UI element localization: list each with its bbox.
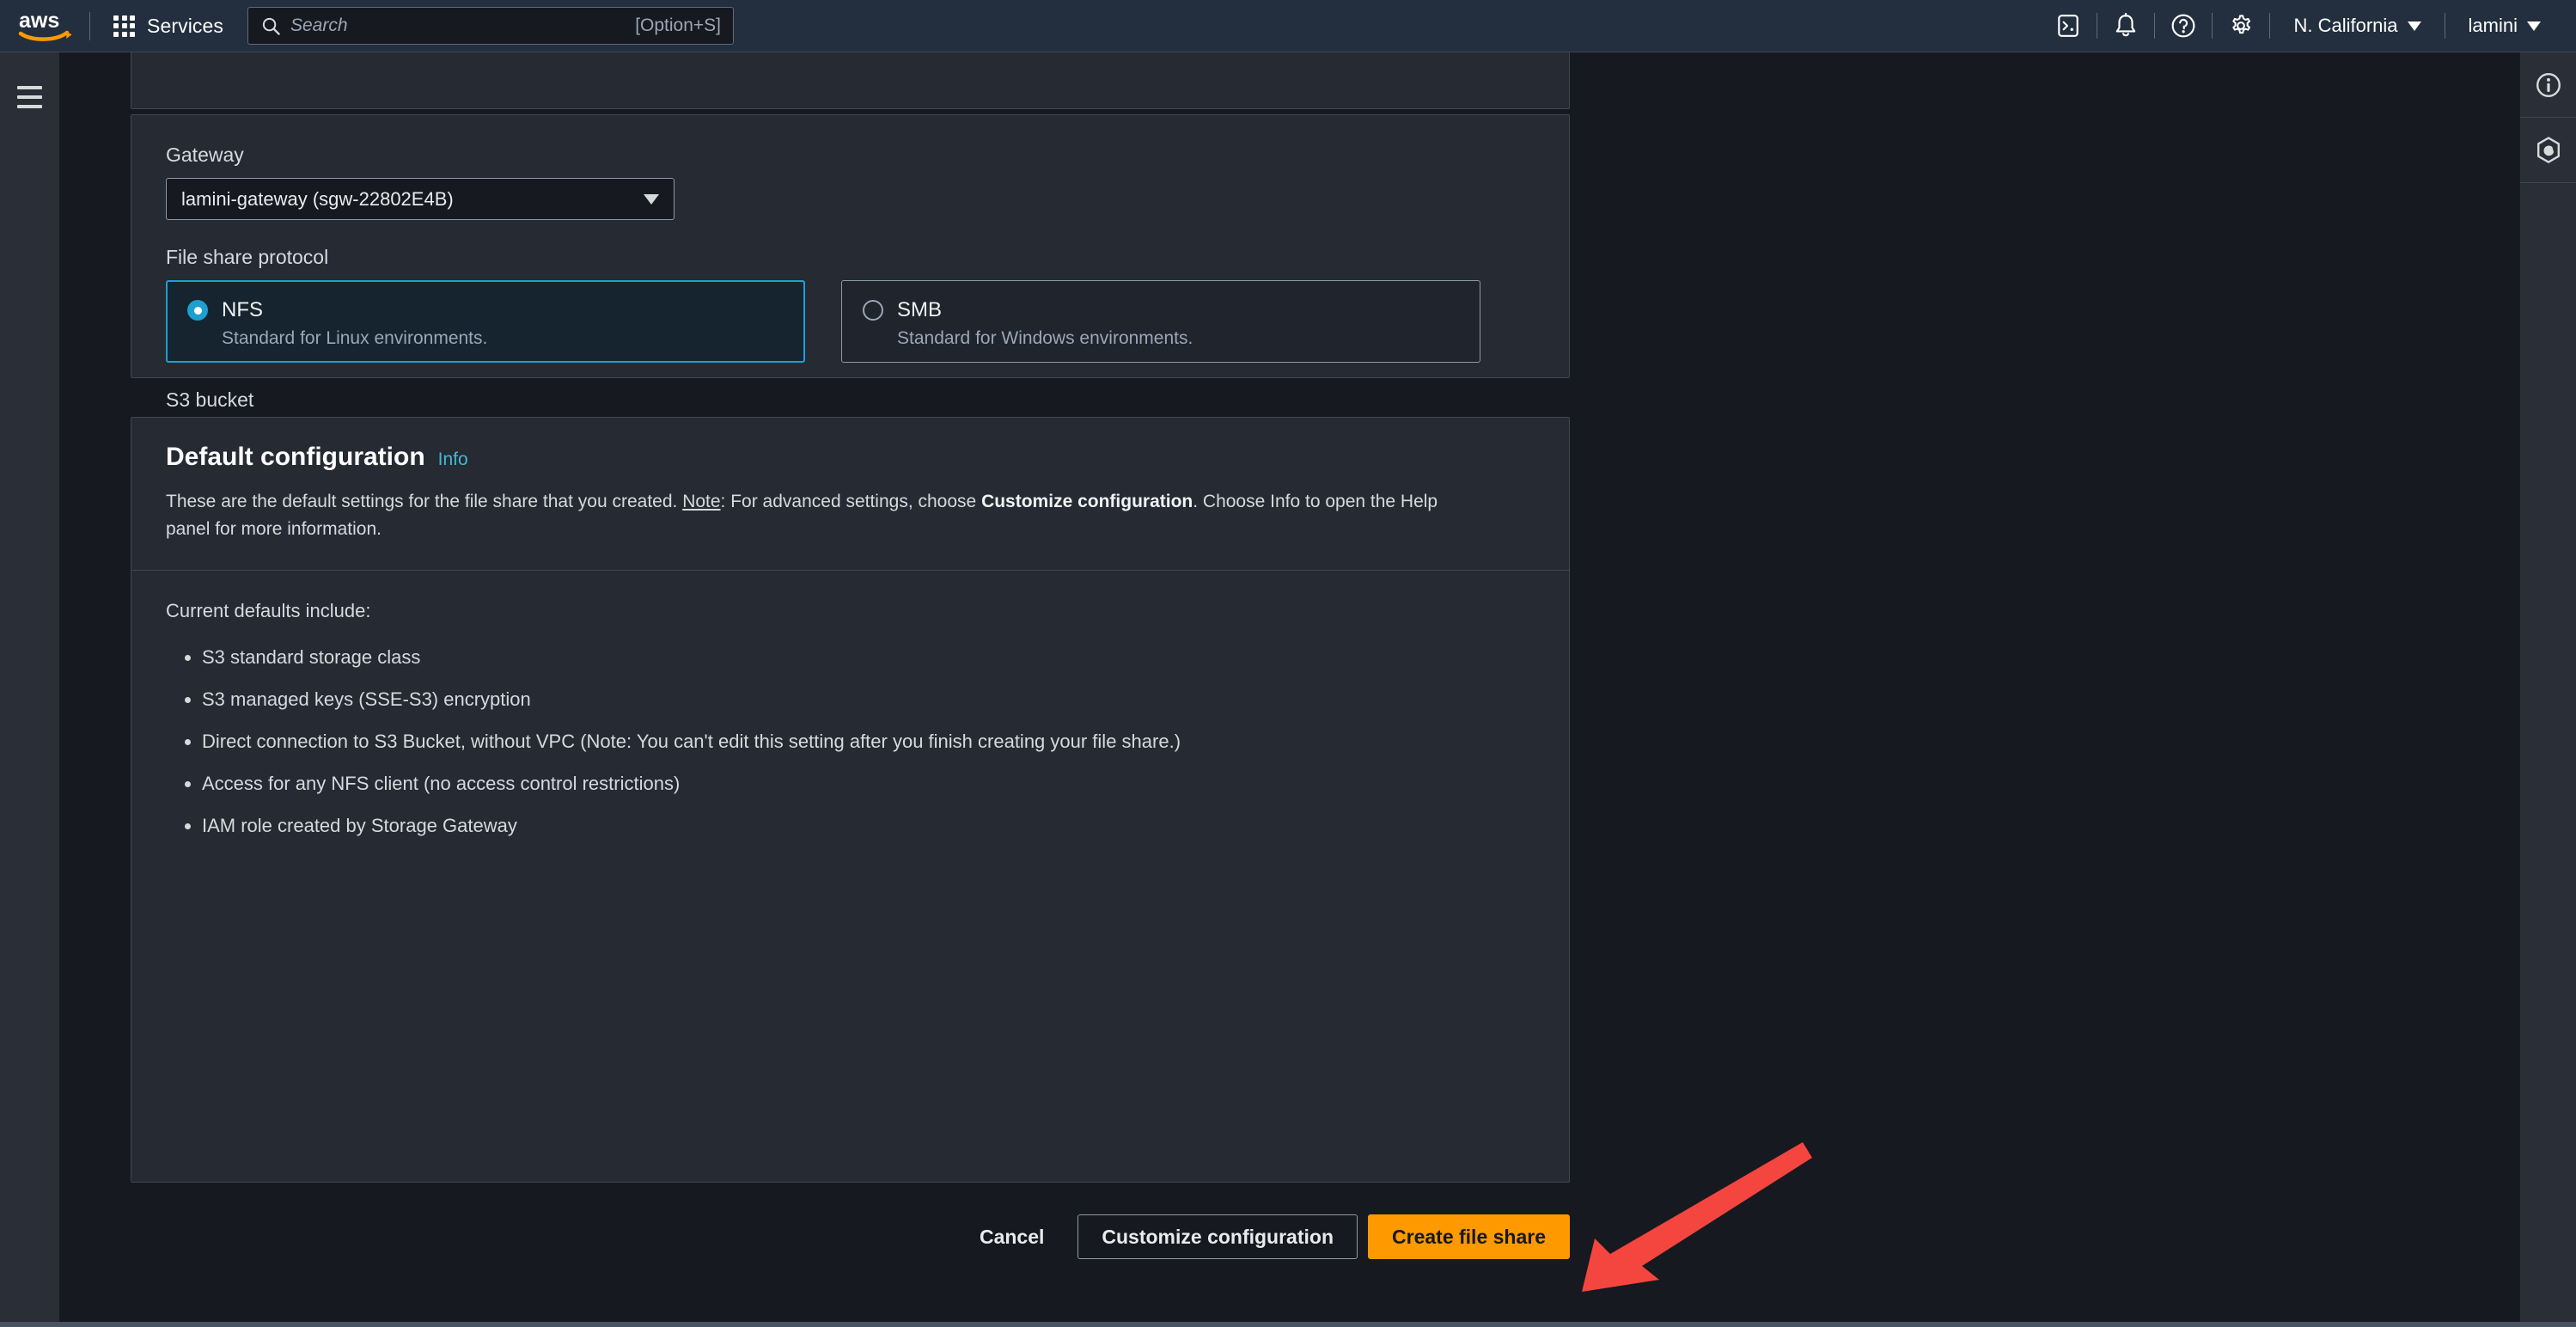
nfs-description: Standard for Linux environments. xyxy=(222,328,488,348)
assistant-hexagon-icon xyxy=(2537,136,2560,163)
nav-left-group: aws Services Search [Option+S] xyxy=(0,0,734,52)
defaults-lead-text: Current defaults include: xyxy=(166,599,371,621)
desc-bold: Customize configuration xyxy=(981,492,1193,511)
cloudshell-button[interactable] xyxy=(2040,0,2097,52)
default-config-title-row: Default configuration Info xyxy=(166,443,1535,472)
search-placeholder: Search xyxy=(290,15,348,35)
default-config-header: Default configuration Info These are the… xyxy=(131,418,1569,571)
info-icon xyxy=(2536,72,2561,97)
top-navigation-bar: aws Services Search [Option+S] N. Califo… xyxy=(0,0,2576,52)
annotation-arrow-icon xyxy=(1582,1142,1812,1292)
list-item: S3 standard storage class xyxy=(202,643,1489,671)
smb-title: SMB xyxy=(897,298,943,321)
search-icon xyxy=(262,17,280,35)
settings-gear-icon xyxy=(2232,15,2251,34)
protocol-option-nfs[interactable]: NFS Standard for Linux environments. xyxy=(166,280,805,363)
right-help-rail xyxy=(2519,52,2576,1327)
details-panel: Details xyxy=(131,52,1570,109)
list-item: Access for any NFS client (no access con… xyxy=(202,769,1489,798)
gateway-value: lamini-gateway (sgw-22802E4B) xyxy=(181,187,454,210)
protocol-option-smb[interactable]: SMB Standard for Windows environments. xyxy=(841,280,1480,363)
settings-button[interactable] xyxy=(2213,0,2269,52)
radio-selected-icon[interactable] xyxy=(187,300,208,321)
create-file-share-button[interactable]: Create file share xyxy=(1368,1214,1570,1259)
defaults-list: S3 standard storage class S3 managed key… xyxy=(166,643,1489,840)
default-configuration-panel: Default configuration Info These are the… xyxy=(131,417,1570,1183)
chevron-down-icon xyxy=(644,193,659,205)
gateway-select[interactable]: lamini-gateway (sgw-22802E4B) xyxy=(166,178,675,220)
default-config-body: Current defaults include: S3 standard st… xyxy=(131,571,1569,840)
smb-description: Standard for Windows environments. xyxy=(897,328,1193,348)
protocol-field: File share protocol NFS Standard for Lin… xyxy=(166,246,1535,363)
cloudshell-icon xyxy=(2058,15,2079,37)
desc-part-1: These are the default settings for the f… xyxy=(166,492,683,511)
list-item: S3 managed keys (SSE-S3) encryption xyxy=(202,685,1489,713)
search-input[interactable]: Search [Option+S] xyxy=(247,7,734,45)
default-config-title: Default configuration xyxy=(166,443,425,471)
gateway-field: Gateway lamini-gateway (sgw-22802E4B) xyxy=(166,144,1535,220)
left-navigation-rail xyxy=(0,52,60,1327)
desc-note: Note xyxy=(682,492,721,511)
default-config-description: These are the default settings for the f… xyxy=(166,488,1472,543)
account-menu[interactable]: lamini xyxy=(2445,0,2564,52)
footer-action-bar: Cancel Customize configuration Create fi… xyxy=(131,1209,1570,1264)
aws-logo-icon: aws xyxy=(18,10,71,41)
aws-logo[interactable]: aws xyxy=(0,0,89,52)
nav-right-group: N. California lamini xyxy=(2040,0,2576,52)
radio-unselected-icon[interactable] xyxy=(863,300,883,321)
services-label: Services xyxy=(147,14,223,37)
region-selector[interactable]: N. California xyxy=(2270,0,2444,52)
grid-waffle-icon xyxy=(113,15,135,37)
smb-radio-head: SMB xyxy=(863,298,1480,322)
region-label: N. California xyxy=(2293,15,2398,36)
gateway-label: Gateway xyxy=(166,144,244,166)
info-panel-button[interactable] xyxy=(2520,52,2576,118)
hamburger-menu-icon[interactable] xyxy=(17,86,42,108)
main-content-area: Details Gateway lamini-gateway (sgw-2280… xyxy=(61,52,2519,1327)
protocol-label: File share protocol xyxy=(166,246,329,268)
svg-text:aws: aws xyxy=(19,10,59,33)
services-menu-button[interactable]: Services xyxy=(90,0,244,52)
chevron-down-icon xyxy=(2407,21,2421,31)
nfs-radio-head: NFS xyxy=(187,298,803,322)
help-question-icon xyxy=(2172,14,2195,38)
bottom-scroll-strip xyxy=(0,1322,2576,1327)
protocol-radio-group: NFS Standard for Linux environments. SMB… xyxy=(166,280,1535,363)
file-share-config-panel: Gateway lamini-gateway (sgw-22802E4B) Fi… xyxy=(131,114,1570,477)
info-link[interactable]: Info xyxy=(438,449,468,470)
customize-configuration-button[interactable]: Customize configuration xyxy=(1077,1214,1358,1259)
list-item: IAM role created by Storage Gateway xyxy=(202,811,1489,840)
notifications-bell-icon xyxy=(2116,13,2136,37)
assistant-panel-button[interactable] xyxy=(2520,118,2576,183)
help-button[interactable] xyxy=(2155,0,2212,52)
account-label: lamini xyxy=(2468,15,2518,36)
desc-part-2: : For advanced settings, choose xyxy=(720,492,982,511)
chevron-down-icon xyxy=(2527,21,2541,31)
list-item: Direct connection to S3 Bucket, without … xyxy=(202,727,1489,755)
cancel-button[interactable]: Cancel xyxy=(953,1216,1071,1258)
bucket-label: S3 bucket xyxy=(166,388,254,411)
search-shortcut-hint: [Option+S] xyxy=(635,15,721,35)
aws-console-page: aws Services Search [Option+S] N. Califo… xyxy=(0,0,2576,1327)
nfs-title: NFS xyxy=(222,298,263,321)
notifications-button[interactable] xyxy=(2097,0,2154,52)
